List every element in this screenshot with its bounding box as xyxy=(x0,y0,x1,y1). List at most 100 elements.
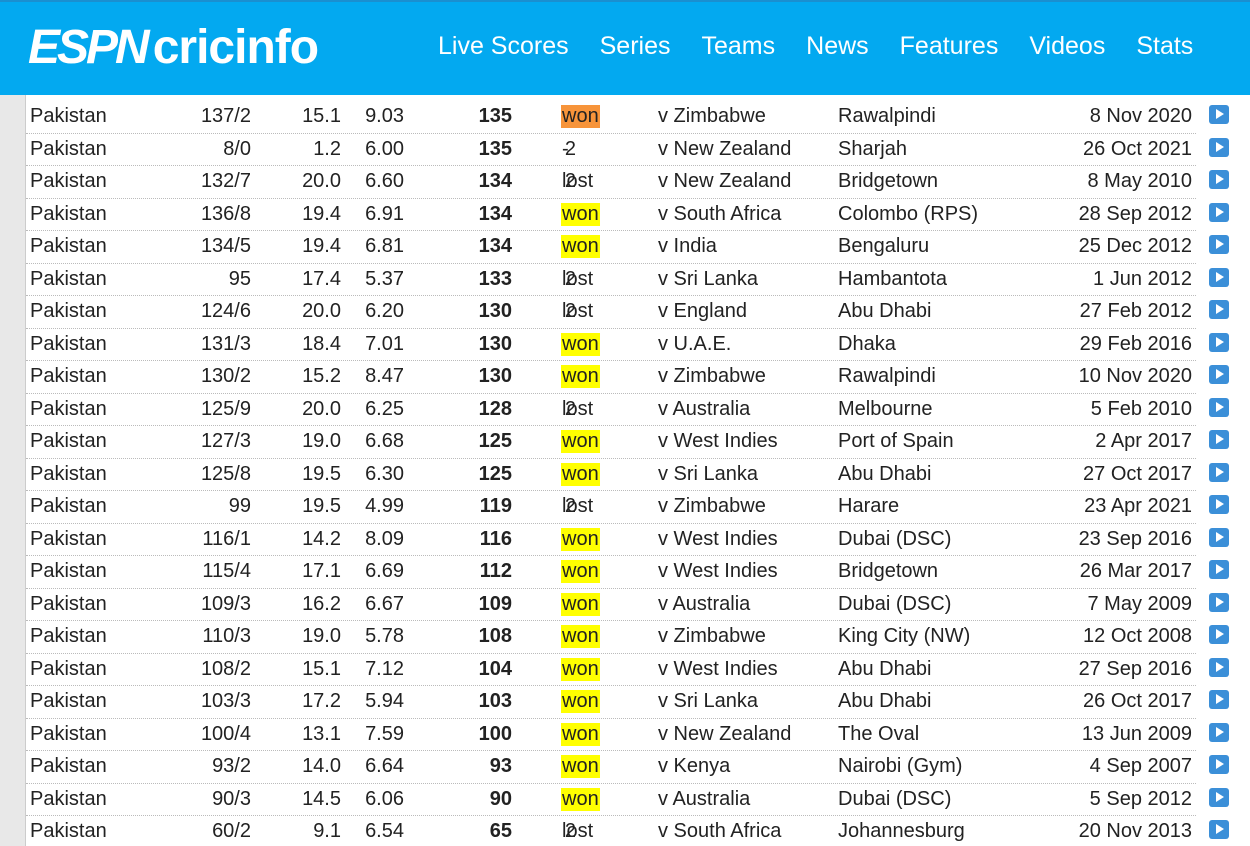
scorecard-play-icon[interactable] xyxy=(1209,527,1229,547)
cell-opposition[interactable]: v West Indies xyxy=(658,560,778,583)
results-table: Pakistan137/215.19.031352wonv ZimbabweRa… xyxy=(25,95,1250,846)
cell-run-rate: 6.69 xyxy=(365,560,404,582)
cell-team: Pakistan xyxy=(30,137,107,160)
table-row: Pakistan 124/6 20.0 6.20 130 2 lost v England Ab… xyxy=(26,295,1229,329)
nav-live-scores[interactable]: Live Scores xyxy=(438,32,569,61)
cell-ground[interactable]: Sharjah xyxy=(838,138,907,161)
cell-ground[interactable]: Bridgetown xyxy=(838,170,938,193)
cell-ground[interactable]: Colombo (RPS) xyxy=(838,203,978,226)
cell-ground[interactable]: Abu Dhabi xyxy=(838,463,931,486)
cell-opposition[interactable]: v Australia xyxy=(658,593,750,616)
cell-ground[interactable]: Dhaka xyxy=(838,333,896,356)
scorecard-play-icon[interactable] xyxy=(1209,690,1229,709)
cell-opposition[interactable]: v Zimbabwe xyxy=(658,625,766,648)
cell-match-date: 27 Sep 2016 xyxy=(1078,657,1192,680)
cell-ground[interactable]: King City (NW) xyxy=(838,625,970,648)
scorecard-play-icon[interactable] xyxy=(1209,657,1229,677)
scorecard-play-icon[interactable] xyxy=(1209,462,1229,482)
nav-features[interactable]: Features xyxy=(900,32,999,61)
scorecard-play-icon[interactable] xyxy=(1209,397,1229,417)
scorecard-play-icon[interactable] xyxy=(1209,820,1229,839)
scorecard-play-icon[interactable] xyxy=(1209,267,1229,287)
cell-opposition[interactable]: v Zimbabwe xyxy=(658,105,766,128)
scorecard-play-icon[interactable] xyxy=(1209,722,1229,742)
scorecard-play-icon[interactable] xyxy=(1209,365,1229,384)
cell-ground[interactable]: Rawalpindi xyxy=(838,365,936,388)
cell-opposition[interactable]: v New Zealand xyxy=(658,170,791,193)
cell-result: won xyxy=(561,787,600,811)
scorecard-play-icon[interactable] xyxy=(1209,787,1229,807)
cell-opposition[interactable]: v Australia xyxy=(658,788,750,811)
cell-opposition[interactable]: v South Africa xyxy=(658,203,781,226)
cell-ground[interactable]: Dubai (DSC) xyxy=(838,788,951,811)
cell-opposition[interactable]: v Australia xyxy=(658,398,750,421)
scorecard-play-icon[interactable] xyxy=(1209,105,1229,124)
cell-opposition[interactable]: v U.A.E. xyxy=(658,333,731,356)
cell-ground[interactable]: Abu Dhabi xyxy=(838,690,931,713)
cell-score: 116/1 xyxy=(202,527,251,550)
cell-opposition[interactable]: v India xyxy=(658,235,717,258)
cell-ground[interactable]: Abu Dhabi xyxy=(838,658,931,681)
cell-opposition[interactable]: v Sri Lanka xyxy=(658,690,758,713)
scorecard-play-icon[interactable] xyxy=(1209,625,1229,644)
scorecard-play-icon[interactable] xyxy=(1209,592,1229,612)
cell-opposition[interactable]: v Kenya xyxy=(658,755,730,778)
nav-stats[interactable]: Stats xyxy=(1136,32,1193,61)
nav-videos[interactable]: Videos xyxy=(1029,32,1105,61)
cell-overs: 14.0 xyxy=(302,755,341,777)
scorecard-play-icon[interactable] xyxy=(1209,430,1229,449)
cell-ground[interactable]: Abu Dhabi xyxy=(838,300,931,323)
cell-opposition[interactable]: v Zimbabwe xyxy=(658,365,766,388)
cell-ground[interactable]: Dubai (DSC) xyxy=(838,528,951,551)
cell-run-rate: 6.81 xyxy=(365,235,404,257)
table-row: Pakistan 99 19.5 4.99 119 2 lost v Zimbabwe Hara… xyxy=(26,490,1229,524)
cell-ground[interactable]: Port of Spain xyxy=(838,430,954,453)
cell-match-date: 10 Nov 2020 xyxy=(1078,365,1192,387)
cell-ground[interactable]: Nairobi (Gym) xyxy=(838,755,962,778)
nav-news[interactable]: News xyxy=(806,32,869,61)
cell-ground[interactable]: Rawalpindi xyxy=(838,105,936,128)
cell-ground[interactable]: Dubai (DSC) xyxy=(838,593,951,616)
scorecard-play-icon[interactable] xyxy=(1209,235,1229,254)
scorecard-play-icon[interactable] xyxy=(1209,560,1229,579)
cell-target: 119 xyxy=(479,495,512,517)
cell-ground[interactable]: Johannesburg xyxy=(838,820,965,843)
cell-opposition[interactable]: v New Zealand xyxy=(658,138,791,161)
nav-series[interactable]: Series xyxy=(600,32,671,61)
scorecard-play-icon[interactable] xyxy=(1209,300,1229,319)
cell-opposition[interactable]: v West Indies xyxy=(658,430,778,453)
cell-opposition[interactable]: v South Africa xyxy=(658,820,781,843)
table-row: Pakistan108/215.17.121042wonv West Indie… xyxy=(26,653,1229,686)
scorecard-play-icon[interactable] xyxy=(1209,170,1229,189)
cell-opposition[interactable]: v Sri Lanka xyxy=(658,268,758,291)
cell-opposition[interactable]: v West Indies xyxy=(658,528,778,551)
cell-opposition[interactable]: v Zimbabwe xyxy=(658,495,766,518)
table-row: Pakistan127/319.06.681252wonv West Indie… xyxy=(26,425,1229,459)
scorecard-play-icon[interactable] xyxy=(1209,755,1229,774)
cell-run-rate: 6.06 xyxy=(365,787,404,810)
cell-opposition[interactable]: v England xyxy=(658,300,747,323)
cell-run-rate: 7.01 xyxy=(365,332,404,355)
scorecard-play-icon[interactable] xyxy=(1209,137,1229,157)
cell-result: won xyxy=(561,365,600,388)
cell-opposition[interactable]: v New Zealand xyxy=(658,723,791,746)
cell-run-rate: 6.30 xyxy=(365,462,404,485)
cell-ground[interactable]: Hambantota xyxy=(838,268,947,291)
cell-target: 112 xyxy=(479,560,512,582)
cell-match-date: 26 Oct 2021 xyxy=(1083,137,1192,160)
cell-ground[interactable]: Melbourne xyxy=(838,398,933,421)
cell-ground[interactable]: Bridgetown xyxy=(838,560,938,583)
cell-opposition[interactable]: v Sri Lanka xyxy=(658,463,758,486)
scorecard-play-icon[interactable] xyxy=(1209,332,1229,352)
cell-ground[interactable]: Bengaluru xyxy=(838,235,929,258)
nav-teams[interactable]: Teams xyxy=(702,32,776,61)
scorecard-play-icon[interactable] xyxy=(1209,495,1229,514)
cell-opposition[interactable]: v West Indies xyxy=(658,658,778,681)
cell-score: 99 xyxy=(228,495,251,517)
cell-ground[interactable]: The Oval xyxy=(838,723,919,746)
cell-match-date: 5 Feb 2010 xyxy=(1090,397,1192,420)
espncricinfo-logo[interactable]: ESPN cricinfo xyxy=(28,20,319,75)
cell-score: 109/3 xyxy=(200,592,251,615)
cell-ground[interactable]: Harare xyxy=(838,495,899,518)
scorecard-play-icon[interactable] xyxy=(1209,202,1229,222)
